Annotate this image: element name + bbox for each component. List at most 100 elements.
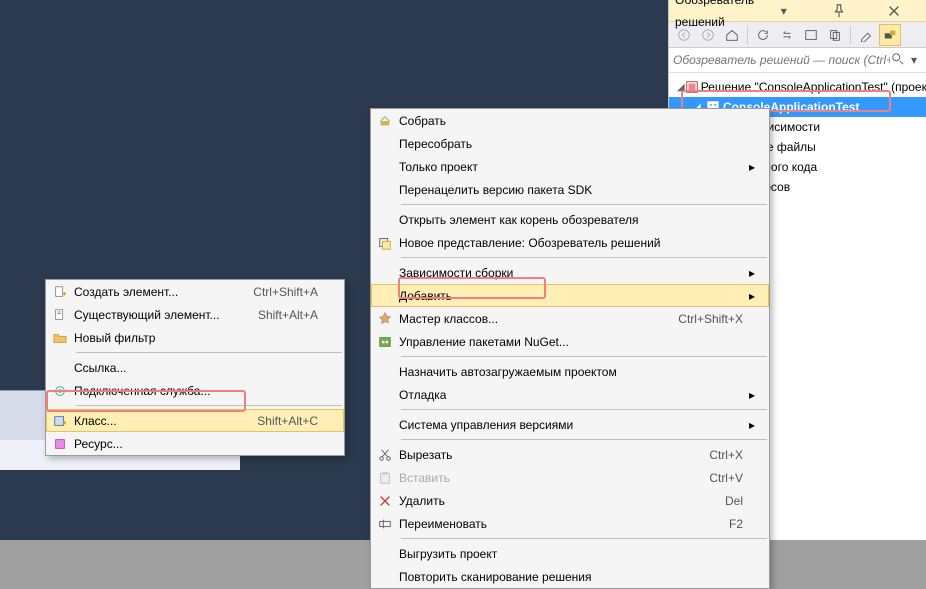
- menu-item-shortcut: Ctrl+V: [709, 471, 749, 485]
- solution-label: Решение "ConsoleApplicationTest" (проек: [699, 80, 926, 94]
- menu-item-label: Мастер классов...: [399, 312, 678, 326]
- menu-item-label: Подключенная служба...: [74, 384, 318, 398]
- menu-item[interactable]: ВырезатьCtrl+X: [371, 443, 769, 466]
- menu-item-label: Вырезать: [399, 448, 709, 462]
- submenu-arrow-icon: ▸: [749, 418, 759, 432]
- menu-item-label: Новое представление: Обозреватель решени…: [399, 236, 743, 250]
- class-wizard-icon: [371, 312, 399, 326]
- menu-item[interactable]: Собрать: [371, 109, 769, 132]
- menu-item-label: Система управления версиями: [399, 418, 743, 432]
- menu-item: ВставитьCtrl+V: [371, 466, 769, 489]
- close-icon[interactable]: [869, 4, 920, 18]
- menu-item[interactable]: Существующий элемент...Shift+Alt+A: [46, 303, 344, 326]
- menu-item-label: Пересобрать: [399, 137, 743, 151]
- menu-separator: [76, 405, 342, 406]
- menu-item[interactable]: Ресурс...: [46, 432, 344, 455]
- solution-root-row[interactable]: ◢ Решение "ConsoleApplicationTest" (прое…: [669, 77, 926, 97]
- menu-item[interactable]: Новый фильтр: [46, 326, 344, 349]
- menu-item[interactable]: Открыть элемент как корень обозревателя: [371, 208, 769, 231]
- menu-item-label: Класс...: [74, 414, 257, 428]
- menu-item-shortcut: Ctrl+X: [709, 448, 749, 462]
- menu-item-label: Назначить автозагружаемым проектом: [399, 365, 743, 379]
- cut-icon: [371, 448, 399, 462]
- submenu-arrow-icon: ▸: [749, 266, 759, 280]
- dropdown-icon[interactable]: ▾: [758, 4, 809, 18]
- menu-item-label: Создать элемент...: [74, 285, 253, 299]
- menu-item-label: Только проект: [399, 160, 743, 174]
- menu-item-shortcut: Ctrl+Shift+A: [253, 285, 324, 299]
- menu-item-label: Существующий элемент...: [74, 308, 258, 322]
- menu-item-shortcut: Shift+Alt+A: [258, 308, 324, 322]
- menu-item-label: Вставить: [399, 471, 709, 485]
- collapse-icon[interactable]: [800, 24, 822, 46]
- connected-service-icon: [46, 384, 74, 398]
- build-icon: [371, 114, 399, 128]
- menu-item[interactable]: Пересобрать: [371, 132, 769, 155]
- paste-icon: [371, 471, 399, 485]
- menu-item[interactable]: Зависимости сборки ▸: [371, 261, 769, 284]
- refresh-icon[interactable]: [752, 24, 774, 46]
- menu-separator: [401, 409, 767, 410]
- preview-icon[interactable]: [879, 24, 901, 46]
- submenu-arrow-icon: ▸: [749, 160, 759, 174]
- menu-item-label: Перенацелить версию пакета SDK: [399, 183, 743, 197]
- menu-item-label: Открыть элемент как корень обозревателя: [399, 213, 743, 227]
- menu-item[interactable]: Добавить ▸: [371, 284, 769, 307]
- menu-item[interactable]: Подключенная служба...: [46, 379, 344, 402]
- search-input[interactable]: [673, 50, 890, 70]
- menu-item-label: Управление пакетами NuGet...: [399, 335, 743, 349]
- menu-separator: [401, 439, 767, 440]
- menu-item-label: Повторить сканирование решения: [399, 570, 743, 584]
- existing-item-icon: [46, 308, 74, 322]
- menu-item-label: Собрать: [399, 114, 743, 128]
- menu-item[interactable]: Назначить автозагружаемым проектом: [371, 360, 769, 383]
- show-all-icon[interactable]: [824, 24, 846, 46]
- resource-icon: [46, 437, 74, 451]
- menu-item-label: Зависимости сборки: [399, 266, 743, 280]
- solution-icon: [685, 80, 699, 94]
- menu-item[interactable]: Управление пакетами NuGet...: [371, 330, 769, 353]
- menu-separator: [401, 204, 767, 205]
- menu-item-label: Новый фильтр: [74, 331, 318, 345]
- properties-icon[interactable]: [855, 24, 877, 46]
- new-item-icon: [46, 285, 74, 299]
- rename-icon: [371, 517, 399, 531]
- menu-item[interactable]: Выгрузить проект: [371, 542, 769, 565]
- solution-explorer-search[interactable]: ▾: [669, 48, 926, 73]
- search-icon[interactable]: [890, 52, 906, 69]
- menu-item[interactable]: ПереименоватьF2: [371, 512, 769, 535]
- back-icon[interactable]: [673, 24, 695, 46]
- menu-item[interactable]: Отладка ▸: [371, 383, 769, 406]
- add-submenu: Создать элемент...Ctrl+Shift+AСуществующ…: [45, 279, 345, 456]
- menu-item[interactable]: УдалитьDel: [371, 489, 769, 512]
- menu-item-shortcut: Del: [725, 494, 749, 508]
- menu-separator: [401, 257, 767, 258]
- menu-item[interactable]: Система управления версиями ▸: [371, 413, 769, 436]
- new-filter-icon: [46, 331, 74, 345]
- menu-item[interactable]: Ссылка...: [46, 356, 344, 379]
- home-icon[interactable]: [721, 24, 743, 46]
- search-dropdown-icon[interactable]: ▾: [906, 53, 922, 67]
- submenu-arrow-icon: ▸: [749, 289, 759, 303]
- pin-icon[interactable]: [813, 4, 864, 18]
- menu-item-label: Добавить: [399, 289, 743, 303]
- submenu-arrow-icon: ▸: [749, 388, 759, 402]
- menu-item[interactable]: Повторить сканирование решения: [371, 565, 769, 588]
- menu-item-label: Переименовать: [399, 517, 729, 531]
- forward-icon[interactable]: [697, 24, 719, 46]
- class-icon: [46, 414, 74, 428]
- sync-icon[interactable]: [776, 24, 798, 46]
- menu-item[interactable]: Мастер классов...Ctrl+Shift+X: [371, 307, 769, 330]
- menu-separator: [401, 356, 767, 357]
- menu-item[interactable]: Создать элемент...Ctrl+Shift+A: [46, 280, 344, 303]
- menu-item[interactable]: Класс...Shift+Alt+C: [46, 409, 344, 432]
- menu-item-label: Отладка: [399, 388, 743, 402]
- menu-item-label: Ссылка...: [74, 361, 318, 375]
- solution-explorer-titlebar: Обозреватель решений ▾: [669, 0, 926, 22]
- menu-item[interactable]: Только проект ▸: [371, 155, 769, 178]
- expand-toggle-icon[interactable]: ◢: [677, 82, 685, 93]
- menu-item[interactable]: Новое представление: Обозреватель решени…: [371, 231, 769, 254]
- menu-item[interactable]: Перенацелить версию пакета SDK: [371, 178, 769, 201]
- new-view-icon: [371, 236, 399, 250]
- menu-item-shortcut: F2: [729, 517, 749, 531]
